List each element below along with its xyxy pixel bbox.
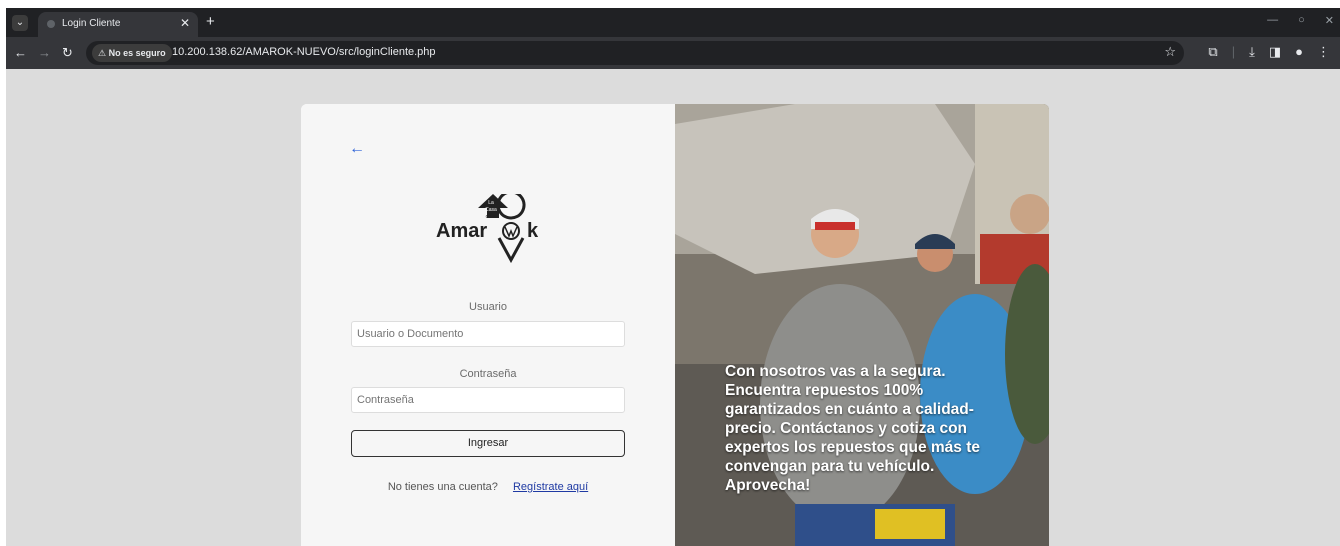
menu-icon[interactable]: ⋮ — [1317, 44, 1330, 60]
username-label: Usuario — [469, 301, 507, 313]
browser-window: ⌄ Login Cliente ✕ + — ○ ✕ ← → ↻ ⚠ No es … — [6, 8, 1340, 546]
extensions-icon[interactable]: ⧉ — [1208, 44, 1217, 60]
promo-text: Con nosotros vas a la segura. Encuentra … — [725, 363, 980, 494]
address-bar[interactable]: ⚠ No es seguro 10.200.138.62/AMAROK-NUEV… — [86, 41, 1184, 65]
minimize-icon[interactable]: — — [1267, 14, 1278, 27]
tab-bar: ⌄ Login Cliente ✕ + — ○ ✕ — [6, 8, 1340, 37]
logo-dela-text: de la — [486, 214, 497, 220]
signup-prompt: No tienes una cuenta? — [387, 481, 498, 493]
logo-k-text: k — [527, 220, 539, 242]
logo-la-text: La — [488, 200, 494, 206]
url-text[interactable]: 10.200.138.62/AMAROK-NUEVO/src/loginClie… — [172, 46, 436, 58]
window-controls: — ○ ✕ — [1267, 14, 1334, 27]
download-icon[interactable]: ⤓ — [1249, 44, 1255, 60]
login-panel: ← La Casa de la Amar k Usuario Usuario o… — [301, 104, 675, 546]
username-input[interactable] — [351, 321, 625, 347]
promo-image-panel: Con nosotros vas a la segura. Encuentra … — [675, 104, 1049, 546]
profile-icon[interactable]: ● — [1295, 44, 1303, 60]
maximize-icon[interactable]: ○ — [1298, 14, 1305, 27]
close-tab-icon[interactable]: ✕ — [180, 16, 190, 30]
side-panel-icon[interactable]: ◨ — [1269, 44, 1281, 60]
login-card: ← La Casa de la Amar k Usuario Usuario o… — [301, 104, 1049, 546]
logo-amar-text: Amar — [436, 220, 487, 242]
page-content: ← La Casa de la Amar k Usuario Usuario o… — [6, 69, 1340, 546]
tab-search-icon[interactable]: ⌄ — [12, 15, 28, 31]
tab-title: Login Cliente — [62, 18, 121, 29]
toolbar-separator: | — [1231, 44, 1236, 59]
back-icon[interactable]: ← — [14, 45, 27, 60]
back-arrow-icon[interactable]: ← — [349, 140, 365, 158]
password-label: Contraseña — [459, 368, 517, 380]
forward-icon[interactable]: → — [38, 45, 51, 60]
security-indicator[interactable]: ⚠ No es seguro — [92, 44, 172, 62]
toolbar-icons: ⧉ | ⤓ ◨ ● ⋮ — [1208, 44, 1330, 60]
new-tab-icon[interactable]: + — [206, 13, 215, 30]
signup-link[interactable]: Regístrate aquí — [513, 481, 588, 493]
favicon-icon — [47, 20, 55, 28]
amarok-logo: La Casa de la Amar k — [433, 190, 543, 264]
tab-login-cliente[interactable]: Login Cliente ✕ — [38, 12, 198, 37]
close-window-icon[interactable]: ✕ — [1325, 14, 1334, 27]
signup-row: No tienes una cuenta? Regístrate aquí — [301, 481, 675, 493]
reload-icon[interactable]: ↻ — [62, 45, 73, 61]
password-input[interactable] — [351, 387, 625, 413]
login-button[interactable]: Ingresar — [351, 430, 625, 457]
browser-toolbar: ← → ↻ ⚠ No es seguro 10.200.138.62/AMARO… — [6, 37, 1340, 69]
bookmark-star-icon[interactable]: ☆ — [1164, 44, 1176, 60]
logo-casa-text: Casa — [485, 207, 497, 213]
